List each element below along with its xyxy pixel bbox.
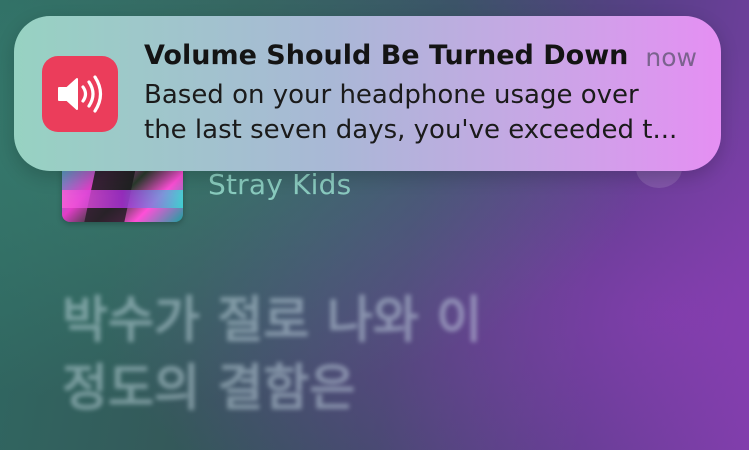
artist-name[interactable]: Stray Kids: [208, 168, 351, 201]
notification-banner[interactable]: Volume Should Be Turned Down now Based o…: [14, 16, 721, 171]
lyrics[interactable]: 박수가 절로 나와 이 정도의 결함은: [62, 286, 482, 422]
lyrics-line: 박수가 절로 나와 이: [62, 291, 483, 349]
notification-title: Volume Should Be Turned Down: [144, 40, 629, 71]
album-art-shape: [62, 190, 183, 208]
speaker-volume-icon: [42, 56, 118, 132]
lyrics-line: 정도의 결함은: [62, 359, 356, 417]
notification-body-line: Based on your headphone usage over: [144, 80, 639, 110]
notification-body: Based on your headphone usage over the l…: [144, 78, 704, 148]
notification-body-line: the last seven days, you've exceeded t..…: [144, 115, 678, 145]
notification-timestamp: now: [645, 43, 697, 72]
